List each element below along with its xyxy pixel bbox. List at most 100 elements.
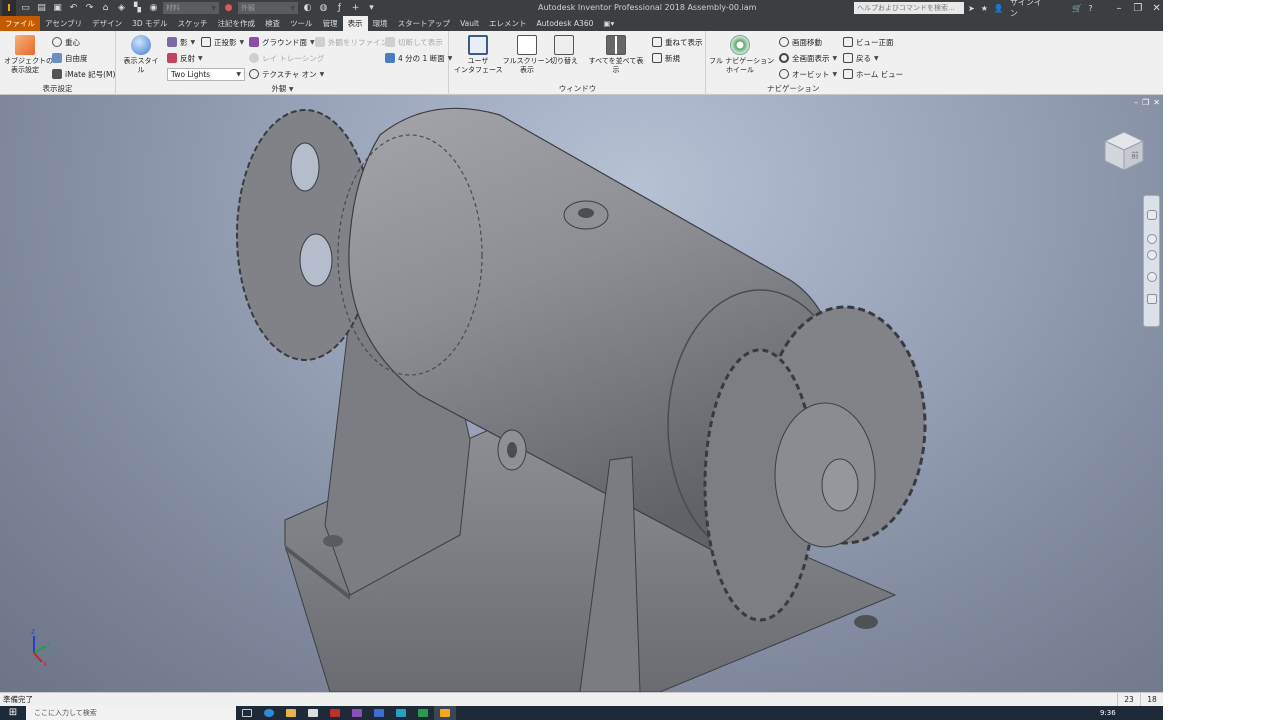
app-blue-icon[interactable] [368, 706, 390, 720]
graphics-viewport[interactable]: – ❐ ✕ 前 Z Y X [0, 95, 1163, 692]
formula-icon[interactable]: ƒ [333, 2, 346, 15]
chevron-down-icon: ▼ [310, 38, 315, 46]
redo-icon[interactable]: ↷ [83, 2, 96, 15]
taskbar-search-input[interactable]: ここに入力して検索 [26, 706, 236, 720]
switch-window-label: 切り替え [550, 57, 578, 65]
nav-wheel-mini-icon[interactable] [1146, 210, 1157, 220]
user-interface-button[interactable]: ユーザ インタフェース [454, 35, 503, 75]
viewport-close-icon[interactable]: ✕ [1153, 98, 1160, 107]
switch-window-button[interactable]: 切り替え [550, 35, 578, 66]
tab-file[interactable]: ファイル [0, 16, 40, 31]
quarter-section-button[interactable]: 4 分の 1 断面 ▼ [385, 51, 452, 65]
home-view-button[interactable]: ホーム ビュー [843, 67, 903, 81]
open-file-icon[interactable]: ▤ [35, 2, 48, 15]
tab-assemble[interactable]: アセンブリ [40, 16, 87, 31]
zoom-all-button[interactable]: 全画面表示 ▼ [779, 51, 837, 65]
tab-view[interactable]: 表示 [342, 16, 368, 31]
app-green-icon[interactable] [412, 706, 434, 720]
adjust-icon[interactable]: ◐ [301, 2, 314, 15]
axis-triad: Z Y X [31, 629, 51, 668]
tab-electromechanical[interactable]: エレメント [484, 16, 532, 31]
imate-icon [52, 69, 62, 79]
object-visibility-button[interactable]: オブジェクトの 表示設定 [4, 35, 53, 75]
tab-vault[interactable]: Vault [455, 16, 484, 31]
tab-tools[interactable]: ツール [285, 16, 318, 31]
look-at-button[interactable]: ビュー正面 [843, 35, 894, 49]
appearance-ball-icon: ● [224, 3, 233, 13]
undo-icon[interactable]: ↶ [67, 2, 80, 15]
zoom-mini-icon[interactable] [1146, 250, 1157, 260]
app-teal-icon[interactable] [390, 706, 412, 720]
clear-icon[interactable]: ◍ [317, 2, 330, 15]
viewport-minimize-icon[interactable]: – [1134, 98, 1138, 107]
tab-a360[interactable]: Autodesk A360 [532, 16, 599, 31]
help-search-input[interactable]: ヘルプおよびコマンドを検索... [854, 2, 964, 14]
update-icon[interactable]: ◈ [115, 2, 128, 15]
app-logo-button[interactable]: I [2, 0, 16, 16]
imate-glyph-button[interactable]: iMate 記号(M) [52, 67, 115, 81]
cascade-button[interactable]: 重ねて表示 [652, 35, 703, 49]
plus-icon[interactable]: + [349, 2, 362, 15]
new-window-button[interactable]: 新規 [652, 51, 680, 65]
store-icon[interactable] [302, 706, 324, 720]
tab-inspect[interactable]: 検査 [260, 16, 285, 31]
center-of-gravity-button[interactable]: 重心 [52, 35, 80, 49]
tab-environments[interactable]: 環境 [368, 16, 393, 31]
appearance-combo[interactable]: 外観 ▼ [238, 2, 298, 14]
start-button[interactable]: ⊞ [0, 706, 26, 720]
measure-icon[interactable]: ◉ [147, 2, 160, 15]
section-view-button[interactable]: 切断して表示 [385, 35, 443, 49]
orbit-button[interactable]: オービット ▼ [779, 67, 837, 81]
new-file-icon[interactable]: ▭ [19, 2, 32, 15]
full-screen-button[interactable]: フルスクリーン 表示 [502, 35, 552, 75]
look-at-mini-icon[interactable] [1146, 294, 1157, 304]
shadows-button[interactable]: 影 ▼ [167, 35, 195, 49]
cascade-icon [652, 37, 662, 47]
tab-3d-model[interactable]: 3D モデル [127, 16, 172, 31]
pan-mini-icon[interactable] [1146, 234, 1157, 244]
edge-icon[interactable] [258, 706, 280, 720]
app-red-icon[interactable] [324, 706, 346, 720]
full-nav-wheel-button[interactable]: フル ナビゲーション ホイール [709, 35, 774, 75]
explorer-icon[interactable] [280, 706, 302, 720]
chevron-down-icon[interactable]: ▼ [289, 86, 294, 93]
viewcube[interactable]: 前 [1103, 130, 1145, 172]
tab-design[interactable]: デザイン [87, 16, 127, 31]
select-icon[interactable]: ▚ [131, 2, 144, 15]
pan-button[interactable]: 画面移動 [779, 35, 822, 49]
visual-style-button[interactable]: 表示スタイル [121, 35, 161, 75]
cart-icon[interactable]: 🛒 [1072, 4, 1082, 13]
home-icon[interactable]: ⌂ [99, 2, 112, 15]
search-arrow-icon[interactable]: ➤ [968, 4, 975, 13]
assembly-model[interactable] [0, 95, 1163, 692]
save-icon[interactable]: ▣ [51, 2, 64, 15]
textures-button[interactable]: テクスチャ オン ▼ [249, 67, 324, 81]
reflections-icon [167, 53, 177, 63]
inventor-taskbar-icon[interactable] [434, 706, 456, 720]
ground-plane-button[interactable]: グラウンド面 ▼ [249, 35, 315, 49]
minimize-icon[interactable]: – [1113, 3, 1126, 14]
task-view-icon[interactable] [236, 706, 258, 720]
help-icon[interactable]: ? [1088, 4, 1092, 13]
reflections-button[interactable]: 反射 ▼ [167, 51, 203, 65]
close-icon[interactable]: ✕ [1150, 3, 1163, 14]
refine-appearance-button[interactable]: 外観をリファイン [315, 35, 388, 49]
tab-annotate[interactable]: 注記を作成 [213, 16, 261, 31]
orthographic-button[interactable]: 正投影 ▼ [201, 35, 244, 49]
tab-sketch[interactable]: スケッチ [173, 16, 213, 31]
orbit-mini-icon[interactable] [1146, 272, 1157, 282]
back-button[interactable]: 戻る ▼ [843, 51, 879, 65]
tab-manage[interactable]: 管理 [318, 16, 343, 31]
tab-options-icon[interactable]: ▣▾ [598, 16, 619, 31]
lighting-style-select[interactable]: Two Lights ▼ [167, 68, 245, 81]
tab-get-started[interactable]: スタートアップ [393, 16, 456, 31]
viewport-restore-icon[interactable]: ❐ [1142, 98, 1149, 107]
restore-icon[interactable]: ❐ [1131, 3, 1144, 14]
app-purple-icon[interactable] [346, 706, 368, 720]
dof-button[interactable]: 自由度 [52, 51, 88, 65]
material-combo[interactable]: 材料 ▼ [163, 2, 219, 14]
customize-icon[interactable]: ▾ [365, 2, 378, 15]
arrange-all-button[interactable]: すべてを並べて表示 [586, 35, 646, 75]
ray-tracing-button[interactable]: レイ トレーシング [249, 51, 324, 65]
star-icon[interactable]: ★ [981, 4, 988, 13]
